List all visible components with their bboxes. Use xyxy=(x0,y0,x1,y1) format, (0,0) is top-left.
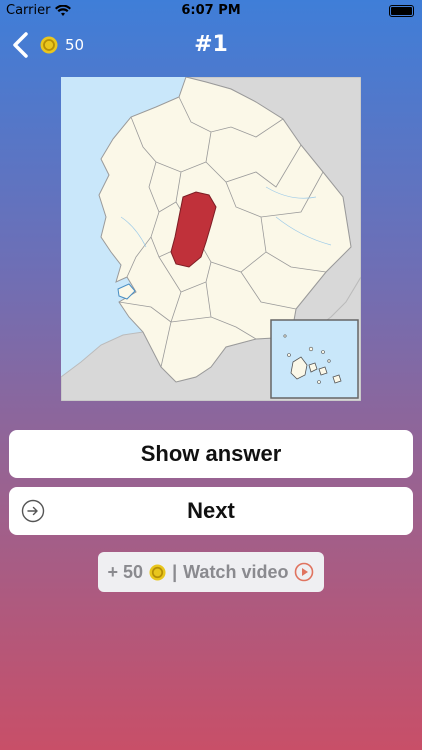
reward-separator: | xyxy=(172,561,178,582)
play-circle-icon xyxy=(295,562,314,582)
page-title: #1 xyxy=(194,32,228,57)
show-answer-button[interactable]: Show answer xyxy=(9,430,413,478)
coin-icon xyxy=(149,563,166,581)
watch-video-button[interactable]: + 50 | Watch video xyxy=(98,552,324,592)
status-time: 6:07 PM xyxy=(181,3,241,18)
reward-amount: + 50 xyxy=(107,561,144,582)
battery-icon xyxy=(389,5,414,17)
arrow-right-circle-icon xyxy=(21,499,45,523)
watch-video-label: Watch video xyxy=(183,561,289,582)
galapagos-inset xyxy=(270,319,359,399)
next-button[interactable]: Next xyxy=(9,487,413,535)
next-label: Next xyxy=(187,498,235,523)
ecuador-map xyxy=(61,77,361,401)
nav-bar: 50 #1 xyxy=(0,22,422,68)
status-bar: Carrier 6:07 PM xyxy=(0,0,422,22)
map-image xyxy=(61,77,361,401)
show-answer-label: Show answer xyxy=(140,441,282,466)
